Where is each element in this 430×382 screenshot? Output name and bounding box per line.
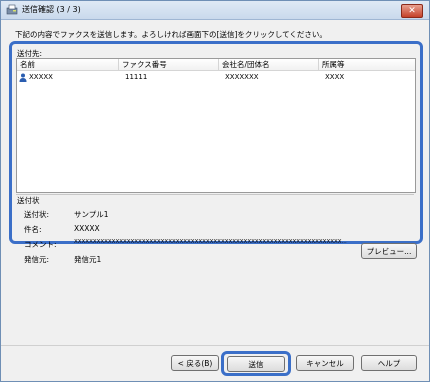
sender-label: 発信元: — [24, 255, 50, 264]
title-bar: 送信確認 (3 / 3) ✕ — [1, 1, 429, 20]
destination-list[interactable]: 名前 ファクス番号 会社名/団体名 所属等 XXXXX 11111 XXXXXX… — [16, 58, 416, 193]
recipient-name: XXXXX — [29, 73, 53, 81]
footer-divider — [1, 345, 429, 346]
column-header-department[interactable]: 所属等 — [319, 59, 415, 70]
send-button[interactable]: 送信 — [227, 356, 285, 372]
comment-value: XXXXXXXXXXXXXXXXXXXXXXXXXXXXXXXXXXXXXXXX… — [74, 239, 347, 245]
back-button[interactable]: < 戻る(B) — [171, 355, 219, 371]
help-button[interactable]: ヘルプ — [361, 355, 417, 371]
person-icon — [19, 73, 27, 82]
confirmation-panel: 送付先: 名前 ファクス番号 会社名/団体名 所属等 XXXXX 11111 X… — [9, 41, 423, 264]
comment-label: コメント: — [24, 240, 57, 249]
subject-value: XXXXX — [74, 224, 100, 233]
subject-label: 件名: — [24, 225, 42, 234]
recipient-department: XXXX — [325, 73, 345, 81]
cover-sheet-value: サンプル1 — [74, 210, 109, 219]
recipient-fax: 11111 — [125, 73, 148, 81]
list-header: 名前 ファクス番号 会社名/団体名 所属等 — [17, 59, 415, 71]
cover-sheet-field-label: 送付状: — [24, 210, 50, 219]
list-item[interactable]: XXXXX 11111 XXXXXXX XXXX — [17, 72, 415, 83]
cover-sheet-label: 送付状 — [17, 196, 40, 205]
column-header-name[interactable]: 名前 — [17, 59, 119, 70]
window-title: 送信確認 (3 / 3) — [22, 5, 81, 14]
cancel-button[interactable]: キャンセル — [296, 355, 354, 371]
column-header-company[interactable]: 会社名/団体名 — [219, 59, 319, 70]
fax-icon — [6, 4, 18, 15]
preview-button[interactable]: プレビュー... — [361, 243, 417, 259]
column-header-fax[interactable]: ファクス番号 — [119, 59, 219, 70]
recipient-company: XXXXXXX — [225, 73, 259, 81]
sender-value: 発信元1 — [74, 255, 102, 264]
instruction-text: 下記の内容でファクスを送信します。よろしければ画面下の[送信]をクリックしてくだ… — [15, 30, 327, 39]
close-button[interactable]: ✕ — [401, 4, 423, 18]
send-confirm-dialog: 送信確認 (3 / 3) ✕ 下記の内容でファクスを送信します。よろしければ画面… — [0, 0, 430, 382]
section-divider — [16, 194, 414, 195]
